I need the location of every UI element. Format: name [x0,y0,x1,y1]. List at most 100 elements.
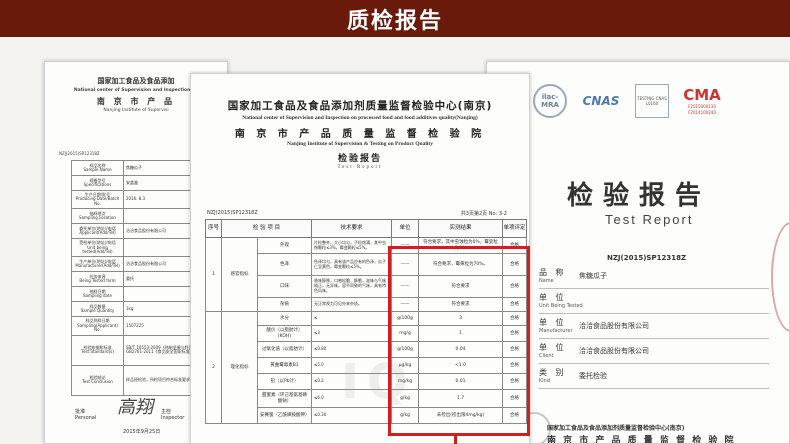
row-label: 生产单位(地址)/电话 Manufacturer(Add/Tel) [71,256,124,273]
test-requirement: ≤3 [311,325,392,342]
table-header-row: 序号 检 验 项 目 技术要求 单位 实测结果 单项评定 [205,219,527,238]
group-number: 2 [205,311,222,424]
left-signature: 高翔 [117,397,153,418]
row-label: 单 位 [539,343,567,352]
row-label-en: Sampling date [82,293,112,299]
col-header-requirement: 技术要求 [311,219,392,238]
test-requirement: 香味醇厚，口感松脆、酥脆，滋味与气味纯正，无异味，容不同致的气味，具有特色风味。 [311,275,392,298]
row-label-en: Sample Name [83,167,112,172]
right-report-subtitle: Test Report [605,212,694,227]
row-label-en: Manufacturer [539,328,573,334]
row-label-en: Client [539,353,554,359]
test-item: 黄曲霉毒素B1 [257,357,312,374]
group-number: 1 [205,237,222,312]
right-footer-cn2: 南 京 市 产 品 质 量 监 督 检 验 院 [547,436,736,444]
results-highlight-box [388,246,530,436]
left-date: 2015年9月25日 [123,429,161,435]
row-label: 类 别 [539,368,567,377]
row-label-en: Sampling Location [79,215,116,221]
row-value: 焦糖瓜子 [579,272,607,280]
row-label-en: Sample Quantity [80,308,115,314]
center-header-en2: Nanjing Institute of Supervision & Testi… [287,141,433,147]
accreditation-logos: ilac-MRA CNAS TESTING CNAS L0160 CMA F20… [533,84,727,124]
group-name: 理化指标 [221,311,258,424]
col-header-no: 序号 [205,219,222,238]
right-info-rows: 品 称 Name 焦糖瓜子单 位 Unit Being Tested 单 位 Manufa… [539,267,769,392]
row-value: 委托检验 [579,372,607,380]
list-item: 品 称 Name 焦糖瓜子 [539,267,769,289]
left-sign-label-en: Personal [75,415,97,421]
cma-logo-icon: CMA F2015000133 F2014100240 [677,84,727,118]
cma-label: CMA [683,85,721,104]
test-requirement: 色泽均匀，具有该产品应有的色泽，瓜子仁呈黄色，霉变颗粒≤5%。 [311,253,392,276]
right-report-title: 检验报告 [567,181,712,211]
red-seal-icon [771,222,789,332]
row-label: 检验结论 Test Conclusion [71,364,124,396]
cma-no2: F2014100240 [688,109,716,115]
test-item: 杂质 [257,297,312,312]
row-label-en: Producing Date/Batch No. [75,196,120,206]
list-item: 单 位 Client 洽洽食品股份有限公司 [539,342,769,364]
row-label-en: Kind [539,378,551,384]
test-requirement: 无正常视力可见外来杂质。 [311,297,392,312]
col-header-item: 检 验 项 目 [221,219,312,238]
row-label: 规格型号 Specifications [71,175,124,191]
row-label-en: Test Standard(s) [81,349,114,355]
row-label: 任务来源 Being Tested form [71,271,124,288]
center-header-cn2: 南 京 市 产 品 质 量 监 督 检 验 院 [234,129,486,140]
row-label: 受检单位(地址)/电话 Unit being tested(Add/Tel) [71,238,124,258]
row-label-en: Sampling(Applicant) No. [77,322,118,333]
test-item: 水分 [257,311,312,326]
center-page-info: 共3页第2页 No: 3-2 [460,211,507,217]
row-label: 抽样地点 Sampling Location [71,208,124,225]
cma-no1: F2015000133 [688,103,716,109]
row-label-en: Unit Being Tested [539,303,583,309]
banner-title: 质检报告 [346,8,443,34]
test-item: 铅（以Pb计） [257,373,312,390]
highlight-pointer [454,436,457,444]
row-label: 单 位 [539,293,567,302]
row-label-en: Manufacturer(Add/Tel) [75,263,120,269]
right-report-no: NZJ(2015)SP12318Z [607,254,687,262]
test-item: 酸价（以脂肪计）(KOH) [257,325,312,342]
list-item: 单 位 Unit Being Tested [539,292,769,314]
row-label: 检验依据和标准 Test Standard(s) [71,334,124,366]
test-item: 外观 [257,237,312,254]
row-label-en: Test Conclusion [82,379,113,385]
test-item: 过氧化值（以脂肪计） [257,341,312,358]
testing-logo-icon: TESTING CNAS L0160 [635,84,669,118]
row-label: 生产日期/批号 Producing Date/Batch No. [71,189,124,210]
row-label-en: Specifications [83,182,112,187]
test-item: 甜蜜素（环己基氨基磺酸钠） [257,389,312,408]
row-label: 委托单位(地址)/电话 Applicant(Add/Tel) [71,223,124,240]
center-header-en: National center of Supervision and Inspe… [242,115,478,121]
row-value: 洽洽食品股份有限公司 [579,322,649,330]
group-name: 感官指标 [221,237,258,312]
col-header-unit: 单位 [391,219,419,238]
left-report-no: NZJ(2015)SP12318Z [59,151,100,156]
left-inspector-label-en: Inspector [161,415,185,421]
test-item: 安赛蜜（乙酰磺胺酸钾） [257,407,312,424]
row-label: 单 位 [539,318,567,327]
row-label: 样品名称 Sample Name [71,160,124,176]
row-label-en: Being Tested form [79,278,116,284]
list-item: 单 位 Manufacturer 洽洽食品股份有限公司 [539,317,769,339]
test-item: 色泽 [257,253,312,276]
row-label-en: Name [539,278,554,284]
center-header-cn: 国家加工食品及食品添加剂质量监督检验中心(南京) [227,100,493,112]
report-stage: 国家加工食品及食品添加 National center of Supervisi… [0,37,790,444]
list-item: 类 别 Kind 委托检验 [539,367,769,389]
test-requirement: 片粒整齐，大小均匀，子粒饱满，其中虫蚀颗粒≤3%，霉变颗粒≤5%。 [311,237,392,254]
header-banner: 质检报告 [0,0,790,37]
row-label: 样品到样日期 Sampling(Applicant) No. [71,316,124,336]
row-label: 抽样日期 Sampling date [71,286,124,303]
right-report-sheet: ilac-MRA CNAS TESTING CNAS L0160 CMA F20… [486,61,790,444]
ilac-mra-logo-icon: ilac-MRA [533,84,567,118]
col-header-result: 实测结果 [418,219,503,238]
center-title: 检验报告 [337,154,382,164]
test-item: 口味 [257,275,312,298]
row-label-en: Applicant(Add/Tel) [79,230,116,236]
row-label-en: Unit being tested(Add/Tel) [82,244,113,254]
right-footer-cn: 国家加工食品及食品添加剂质量监督检验中心(南京) [547,425,685,432]
row-label: 品 称 [539,268,567,277]
